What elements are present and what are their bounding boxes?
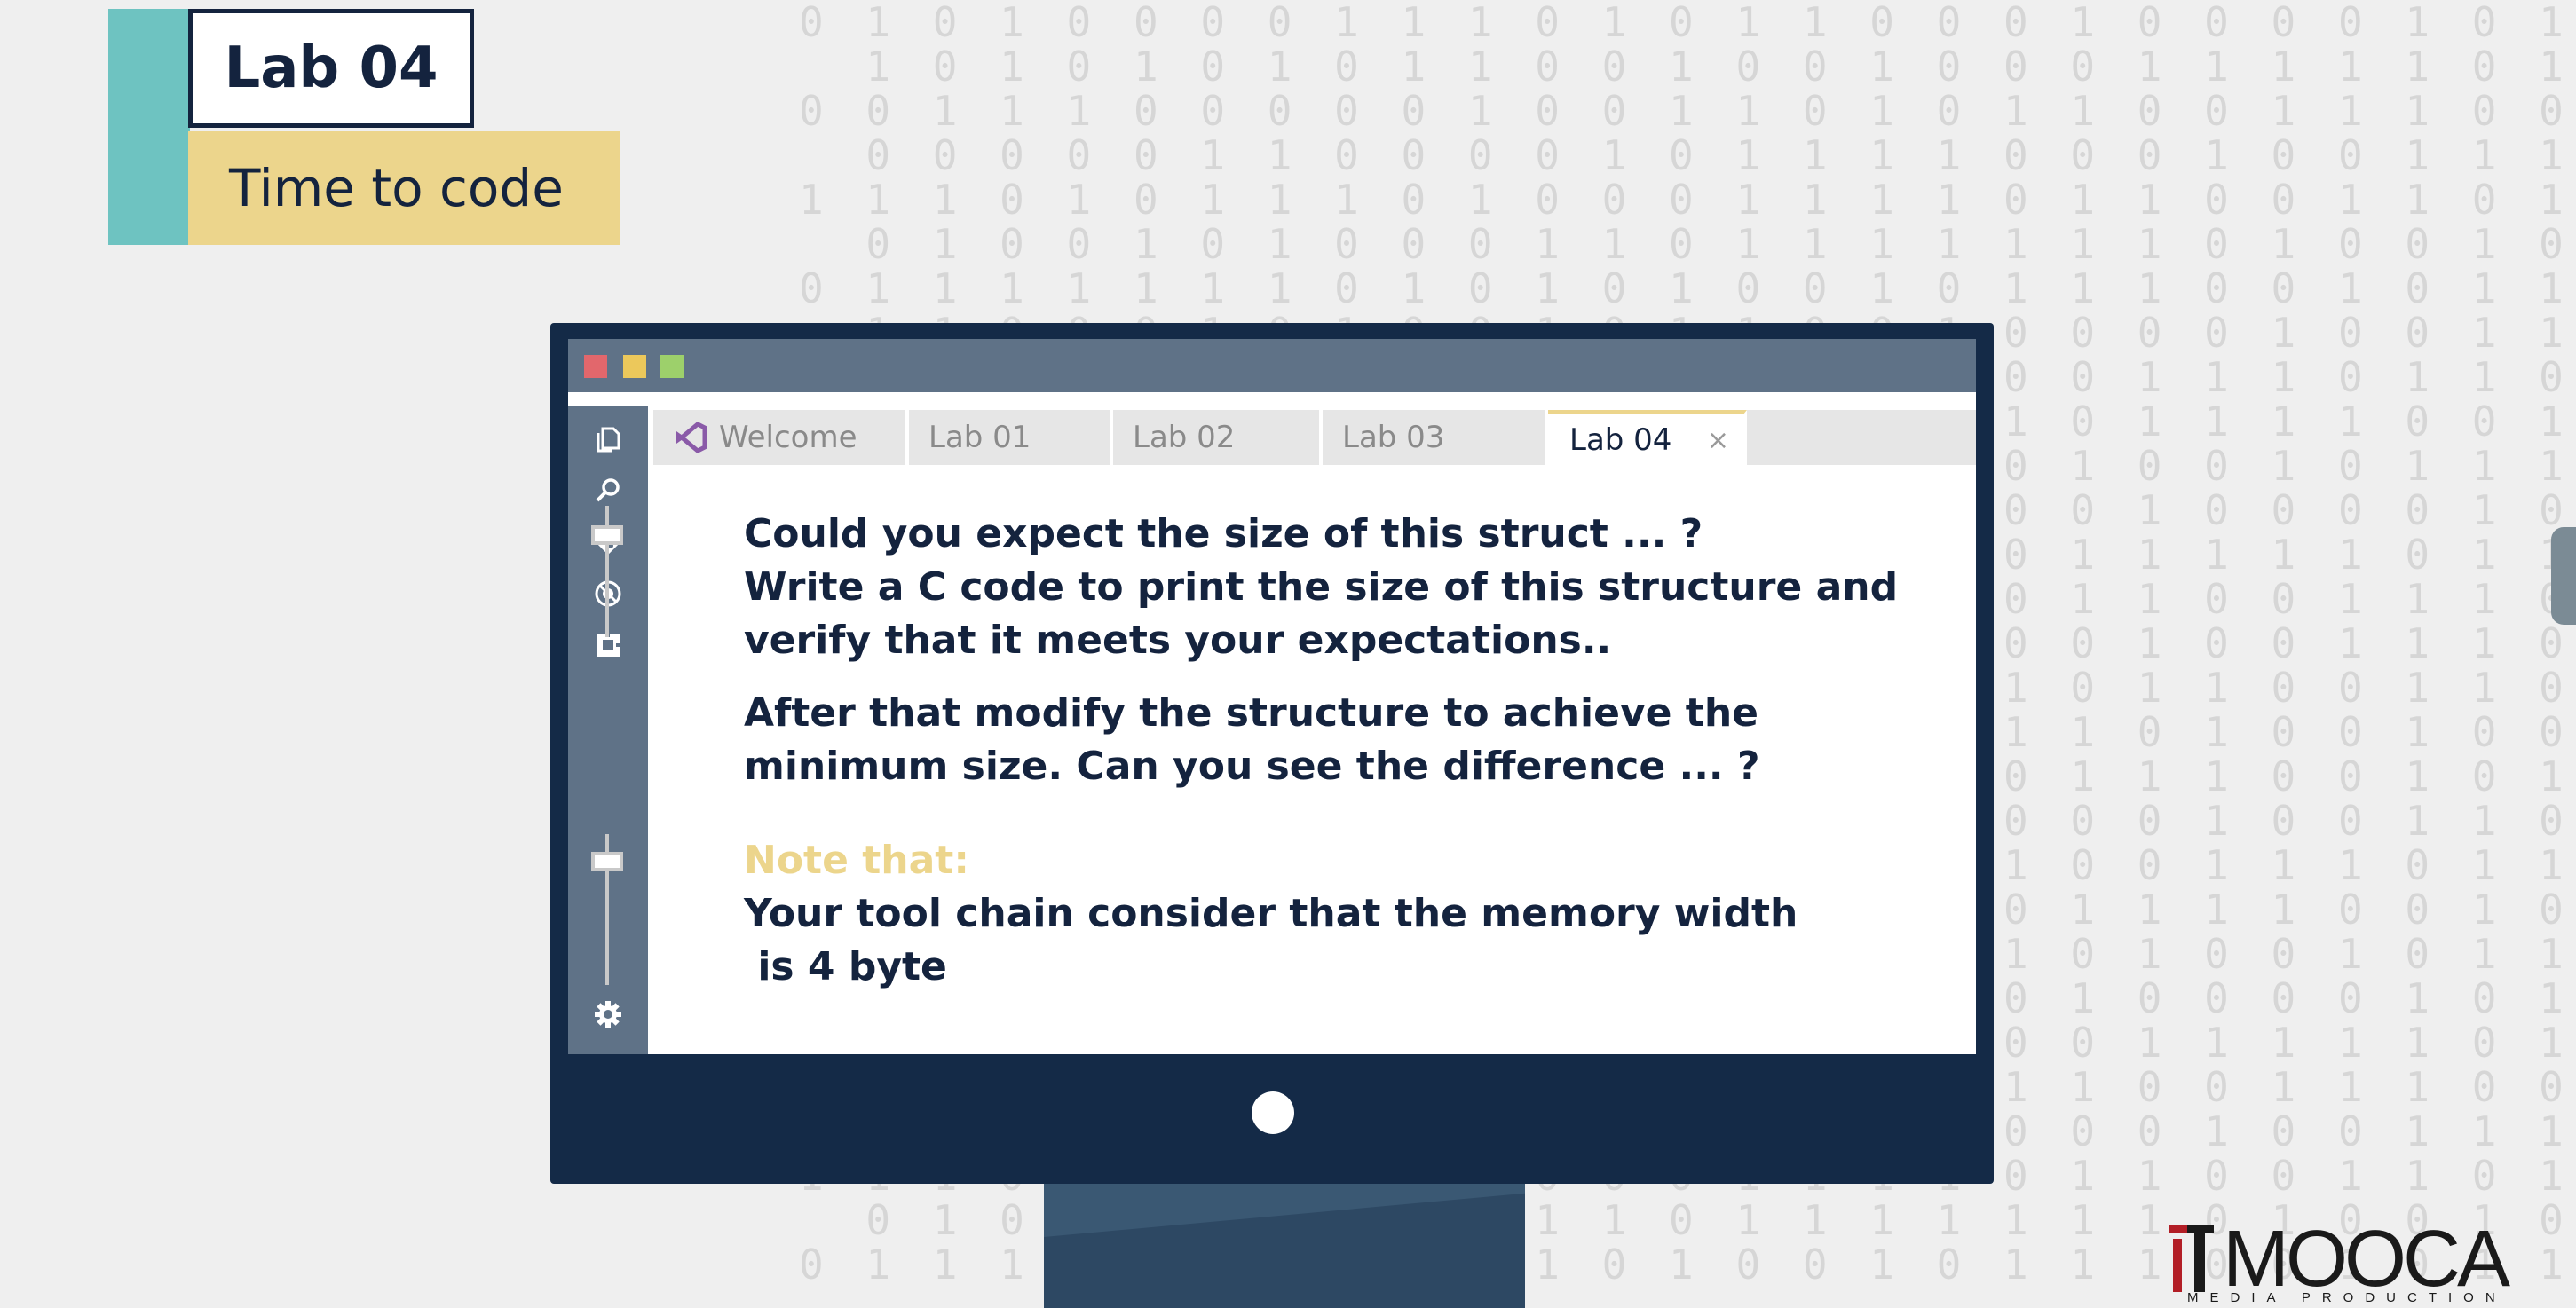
editor-window: Welcome Lab 01 Lab 02 Lab 03 Lab 04 × Co… [568,339,1976,1054]
binary-row: 0 1 0 1 0 0 0 0 1 1 1 0 1 0 1 1 0 0 0 1 … [799,0,2572,46]
fold-toggle[interactable] [591,525,623,545]
tab-label: Lab 02 [1133,420,1236,455]
mooca-logo: MOOCA MEDIA PRODUCTION [2168,1215,2523,1306]
badge-accent-bar [108,9,190,245]
code-line: is 4 byte [744,944,947,989]
binary-row: 0 0 1 1 1 0 0 0 0 0 1 0 0 1 1 0 1 0 1 1 … [799,87,2572,135]
binary-row: 0 1 0 0 1 0 1 0 0 0 1 1 0 1 1 1 1 1 1 1 … [865,220,2572,268]
monitor-stand [1044,1184,1525,1308]
binary-row: 0 1 1 1 1 1 1 1 0 1 0 1 0 1 0 0 1 0 1 1 … [799,264,2572,312]
logo-tagline: MEDIA PRODUCTION [2187,1290,2507,1305]
tab-welcome[interactable]: Welcome [653,410,909,465]
code-line: minimum size. Can you see the difference… [744,744,1760,789]
code-line: After that modify the structure to achie… [744,690,1758,736]
logo-mark-icon [2169,1225,2214,1292]
fold-toggle[interactable] [591,852,623,871]
code-line: verify that it meets your expectations.. [744,618,1612,663]
tab-label: Lab 01 [928,420,1031,455]
title-divider [568,392,1976,406]
title-bar [568,339,1976,392]
note-label: Note that: [744,838,969,883]
power-button[interactable] [1252,1091,1294,1134]
tab-lab-04[interactable]: Lab 04 × [1548,410,1747,465]
tab-lab-03[interactable]: Lab 03 [1323,410,1548,465]
gear-icon[interactable] [593,999,623,1029]
lab-title-box: Lab 04 [188,9,474,128]
lab-subtitle-box: Time to code [188,131,620,245]
tab-lab-02[interactable]: Lab 02 [1113,410,1323,465]
search-icon[interactable] [593,476,623,506]
tab-label: Welcome [719,420,857,455]
lab-subtitle: Time to code [229,158,564,218]
binary-row: 1 0 1 0 1 0 1 0 1 1 0 0 1 0 0 1 0 0 0 1 … [865,43,2572,91]
code-line: Your tool chain consider that the memory… [744,891,1798,936]
visual-studio-icon [676,422,707,453]
side-panel-handle[interactable] [2551,527,2576,625]
lab-title: Lab 04 [224,35,439,101]
files-icon[interactable] [593,424,623,454]
tab-bar: Welcome Lab 01 Lab 02 Lab 03 Lab 04 × [653,410,1976,465]
tab-label: Lab 03 [1342,420,1445,455]
window-minimize-button[interactable] [623,355,646,378]
tab-close-icon[interactable]: × [1707,425,1729,456]
code-line: Write a C code to print the size of this… [744,564,1899,610]
binary-row: 0 0 0 0 0 1 1 0 0 0 0 1 0 1 1 1 1 0 0 0 … [865,131,2572,179]
window-close-button[interactable] [584,355,607,378]
code-line: Could you expect the size of this struct… [744,511,1703,556]
tab-label: Lab 04 [1569,422,1672,458]
binary-row: 1 1 1 0 1 0 1 1 1 0 1 0 0 0 1 1 1 1 0 1 … [799,176,2572,224]
window-maximize-button[interactable] [660,355,684,378]
tab-lab-01[interactable]: Lab 01 [909,410,1113,465]
